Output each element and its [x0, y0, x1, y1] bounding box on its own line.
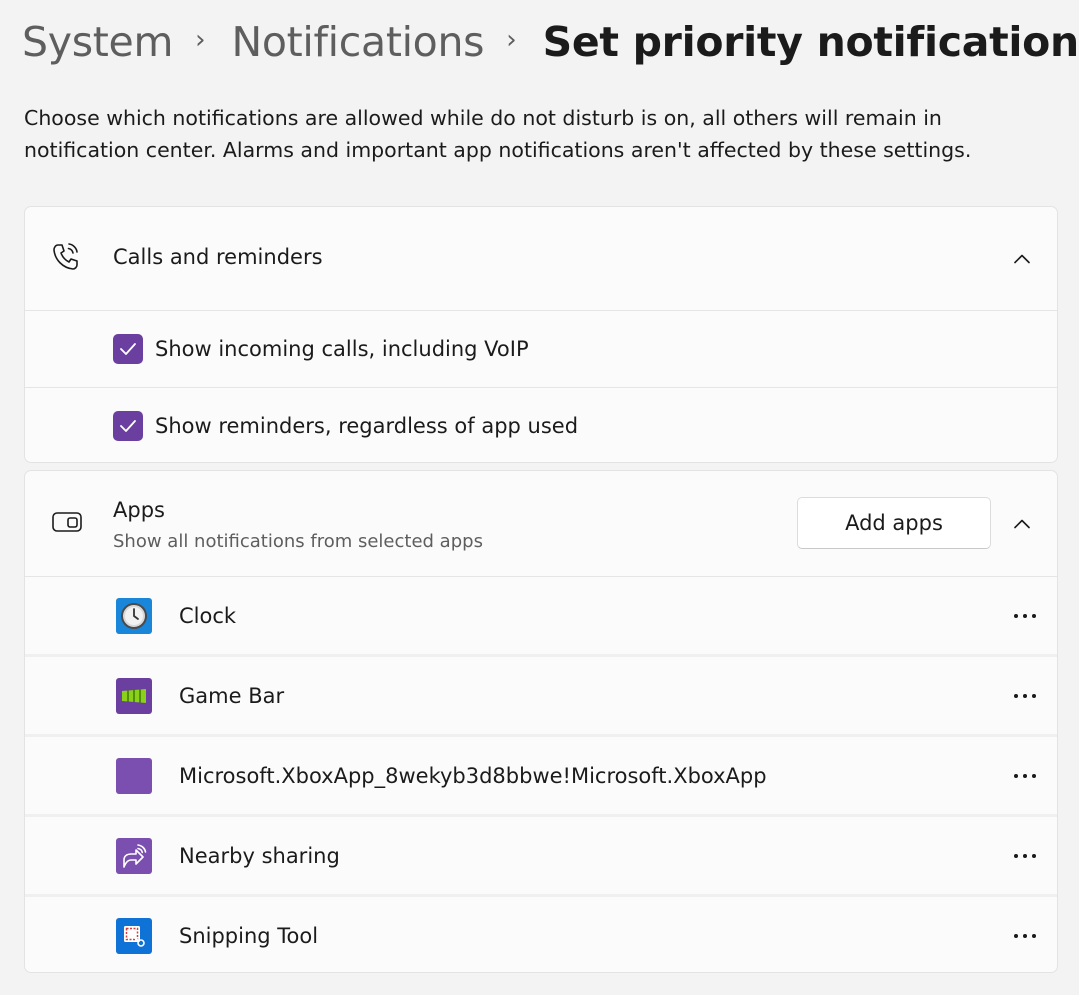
app-name-game-bar: Game Bar	[179, 683, 285, 708]
apps-section-header[interactable]: Apps Show all notifications from selecte…	[25, 471, 1057, 576]
apps-section-title: Apps	[113, 498, 165, 522]
phone-ringing-icon	[51, 241, 81, 277]
xbox-app-icon	[116, 757, 152, 794]
app-row-game-bar[interactable]: Game Bar	[25, 654, 1057, 734]
add-apps-button[interactable]: Add apps	[797, 497, 991, 549]
breadcrumb-notifications[interactable]: Notifications	[232, 18, 485, 66]
checkmark-icon	[120, 420, 136, 432]
more-options-icon[interactable]	[1011, 686, 1039, 706]
calls-section-header[interactable]: Calls and reminders	[25, 207, 1057, 310]
app-row-xbox[interactable]: Microsoft.XboxApp_8wekyb3d8bbwe!Microsof…	[25, 734, 1057, 814]
snipping-tool-app-icon	[116, 917, 152, 954]
reminders-option[interactable]: Show reminders, regardless of app used	[25, 387, 1057, 462]
breadcrumb: System › Notifications › Set priority no…	[22, 14, 1079, 70]
more-options-icon[interactable]	[1011, 766, 1039, 786]
more-options-icon[interactable]	[1011, 926, 1039, 946]
apps-section-subtitle: Show all notifications from selected app…	[113, 531, 483, 552]
incoming-calls-checkbox[interactable]	[113, 334, 143, 364]
calls-and-reminders-card: Calls and reminders Show incoming calls,…	[24, 206, 1058, 463]
more-options-icon[interactable]	[1011, 606, 1039, 626]
incoming-calls-option[interactable]: Show incoming calls, including VoIP	[25, 310, 1057, 387]
app-name-xbox: Microsoft.XboxApp_8wekyb3d8bbwe!Microsof…	[179, 763, 767, 788]
app-row-nearby-sharing[interactable]: Nearby sharing	[25, 814, 1057, 894]
reminders-label: Show reminders, regardless of app used	[155, 414, 579, 438]
reminders-checkbox[interactable]	[113, 411, 143, 441]
nearby-sharing-app-icon	[116, 837, 152, 874]
calls-section-title: Calls and reminders	[113, 245, 323, 269]
page-description: Choose which notifications are allowed w…	[24, 106, 972, 162]
chevron-up-icon[interactable]	[1013, 249, 1031, 268]
breadcrumb-separator: ›	[506, 25, 517, 55]
breadcrumb-separator: ›	[195, 25, 206, 55]
app-name-nearby-sharing: Nearby sharing	[179, 843, 340, 868]
app-window-icon	[51, 510, 83, 538]
chevron-up-icon[interactable]	[1013, 514, 1031, 533]
app-name-clock: Clock	[179, 603, 237, 628]
more-options-icon[interactable]	[1011, 846, 1039, 866]
page-title: Set priority notifications	[542, 18, 1079, 66]
game-bar-app-icon	[116, 677, 152, 714]
breadcrumb-system[interactable]: System	[22, 18, 173, 66]
clock-app-icon	[116, 597, 152, 634]
incoming-calls-label: Show incoming calls, including VoIP	[155, 337, 529, 361]
app-name-snipping-tool: Snipping Tool	[179, 923, 319, 948]
apps-card: Apps Show all notifications from selecte…	[24, 470, 1058, 973]
app-row-clock[interactable]: Clock	[25, 576, 1057, 654]
app-row-snipping-tool[interactable]: Snipping Tool	[25, 894, 1057, 972]
checkmark-icon	[120, 343, 136, 355]
